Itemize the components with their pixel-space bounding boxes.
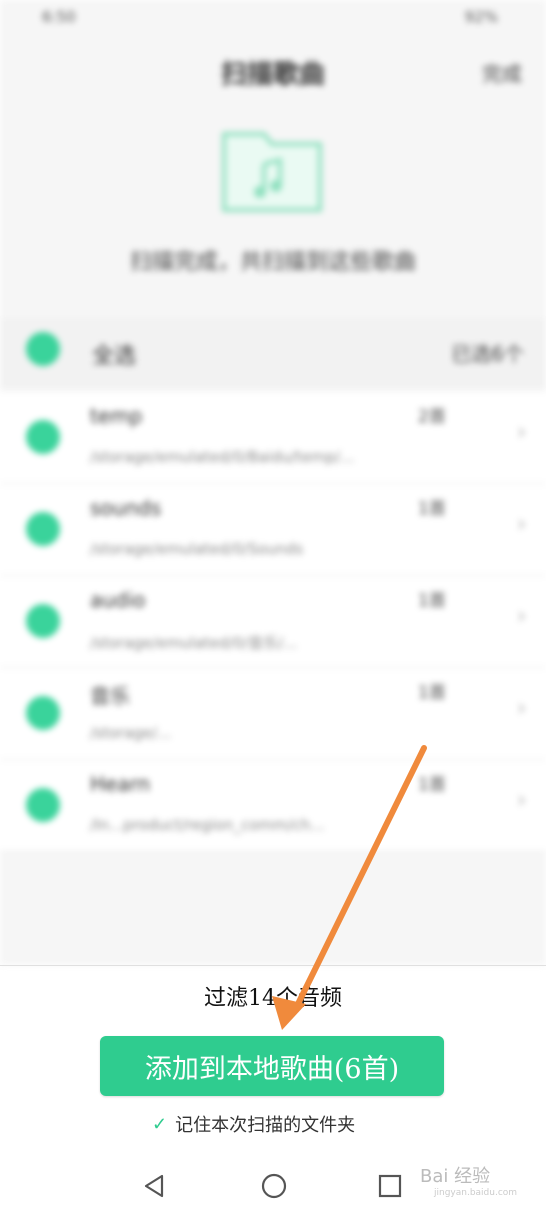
- list-item[interactable]: sounds 1首 /storage/emulated/0/Sounds ›: [0, 484, 546, 576]
- status-battery: 92%: [464, 8, 498, 26]
- remember-folders-toggle[interactable]: ✓ 记住本次扫描的文件夹: [152, 1110, 355, 1138]
- folder-count: 1首: [418, 775, 446, 795]
- home-icon[interactable]: [260, 1172, 288, 1204]
- done-button[interactable]: 完成: [482, 58, 522, 87]
- select-all-label: 全选: [92, 344, 137, 369]
- add-to-local-songs-button[interactable]: 添加到本地歌曲(6首): [100, 1036, 444, 1096]
- folder-count: 2首: [418, 407, 446, 427]
- folder-count: 1首: [418, 683, 446, 703]
- folder-path: /In...product/region_comm/ch...: [90, 816, 325, 834]
- folder-path: /storage/emulated/0/Sounds: [90, 540, 304, 558]
- back-icon[interactable]: [140, 1172, 168, 1204]
- status-time: 6:50: [42, 8, 76, 26]
- list-item[interactable]: Hearn 1首 /In...product/region_comm/ch...…: [0, 760, 546, 852]
- item-checkbox[interactable]: [26, 788, 60, 822]
- chevron-right-icon: ›: [517, 788, 526, 813]
- folder-path: /storage/emulated/0/Baidu/temp/...: [90, 448, 355, 466]
- list-item[interactable]: audio 1首 /storage/emulated/0/音乐/... ›: [0, 576, 546, 668]
- item-checkbox[interactable]: [26, 696, 60, 730]
- folder-name: 音乐: [90, 684, 130, 708]
- item-checkbox[interactable]: [26, 512, 60, 546]
- folder-name: audio: [90, 588, 146, 612]
- chevron-right-icon: ›: [517, 696, 526, 721]
- watermark-text: Bai 经验: [420, 1166, 491, 1187]
- blurred-background: 6:50 92% 扫描歌曲 完成 扫描完成，共扫描到这些歌曲 全选 已选6个 t…: [0, 0, 546, 965]
- list-item[interactable]: temp 2首 /storage/emulated/0/Baidu/temp/.…: [0, 392, 546, 484]
- header: 扫描歌曲 完成: [0, 40, 546, 104]
- list-item[interactable]: 音乐 1首 /storage/... ›: [0, 668, 546, 760]
- item-checkbox[interactable]: [26, 420, 60, 454]
- check-icon: ✓: [152, 1113, 168, 1135]
- scan-hint: 扫描完成，共扫描到这些歌曲: [129, 250, 416, 275]
- selected-count: 已选6个: [451, 342, 524, 366]
- folder-path: /storage/emulated/0/音乐/...: [90, 634, 298, 652]
- folder-count: 1首: [418, 591, 446, 611]
- select-all-row[interactable]: 全选 已选6个: [0, 318, 546, 388]
- sheet-divider: [0, 965, 546, 966]
- page-title: 扫描歌曲: [220, 60, 325, 90]
- remember-folders-label: 记住本次扫描的文件夹: [175, 1115, 356, 1136]
- chevron-right-icon: ›: [517, 604, 526, 629]
- filter-summary: 过滤14个音频: [204, 986, 342, 1011]
- chevron-right-icon: ›: [517, 420, 526, 445]
- folder-music-icon: [216, 120, 328, 220]
- chevron-right-icon: ›: [517, 512, 526, 537]
- folder-count: 1首: [418, 499, 446, 519]
- folder-list: temp 2首 /storage/emulated/0/Baidu/temp/.…: [0, 392, 546, 852]
- folder-name: temp: [90, 404, 143, 428]
- folder-path: /storage/...: [90, 724, 172, 742]
- folder-name: sounds: [90, 496, 162, 520]
- item-checkbox[interactable]: [26, 604, 60, 638]
- recent-apps-icon[interactable]: [376, 1172, 404, 1204]
- select-all-checkbox[interactable]: [26, 332, 60, 366]
- watermark-url: jingyan.baidu.com: [434, 1188, 518, 1198]
- baidu-watermark: Bai 经验 jingyan.baidu.com: [420, 1162, 540, 1202]
- status-bar: 6:50 92%: [0, 0, 546, 36]
- folder-name: Hearn: [90, 772, 151, 796]
